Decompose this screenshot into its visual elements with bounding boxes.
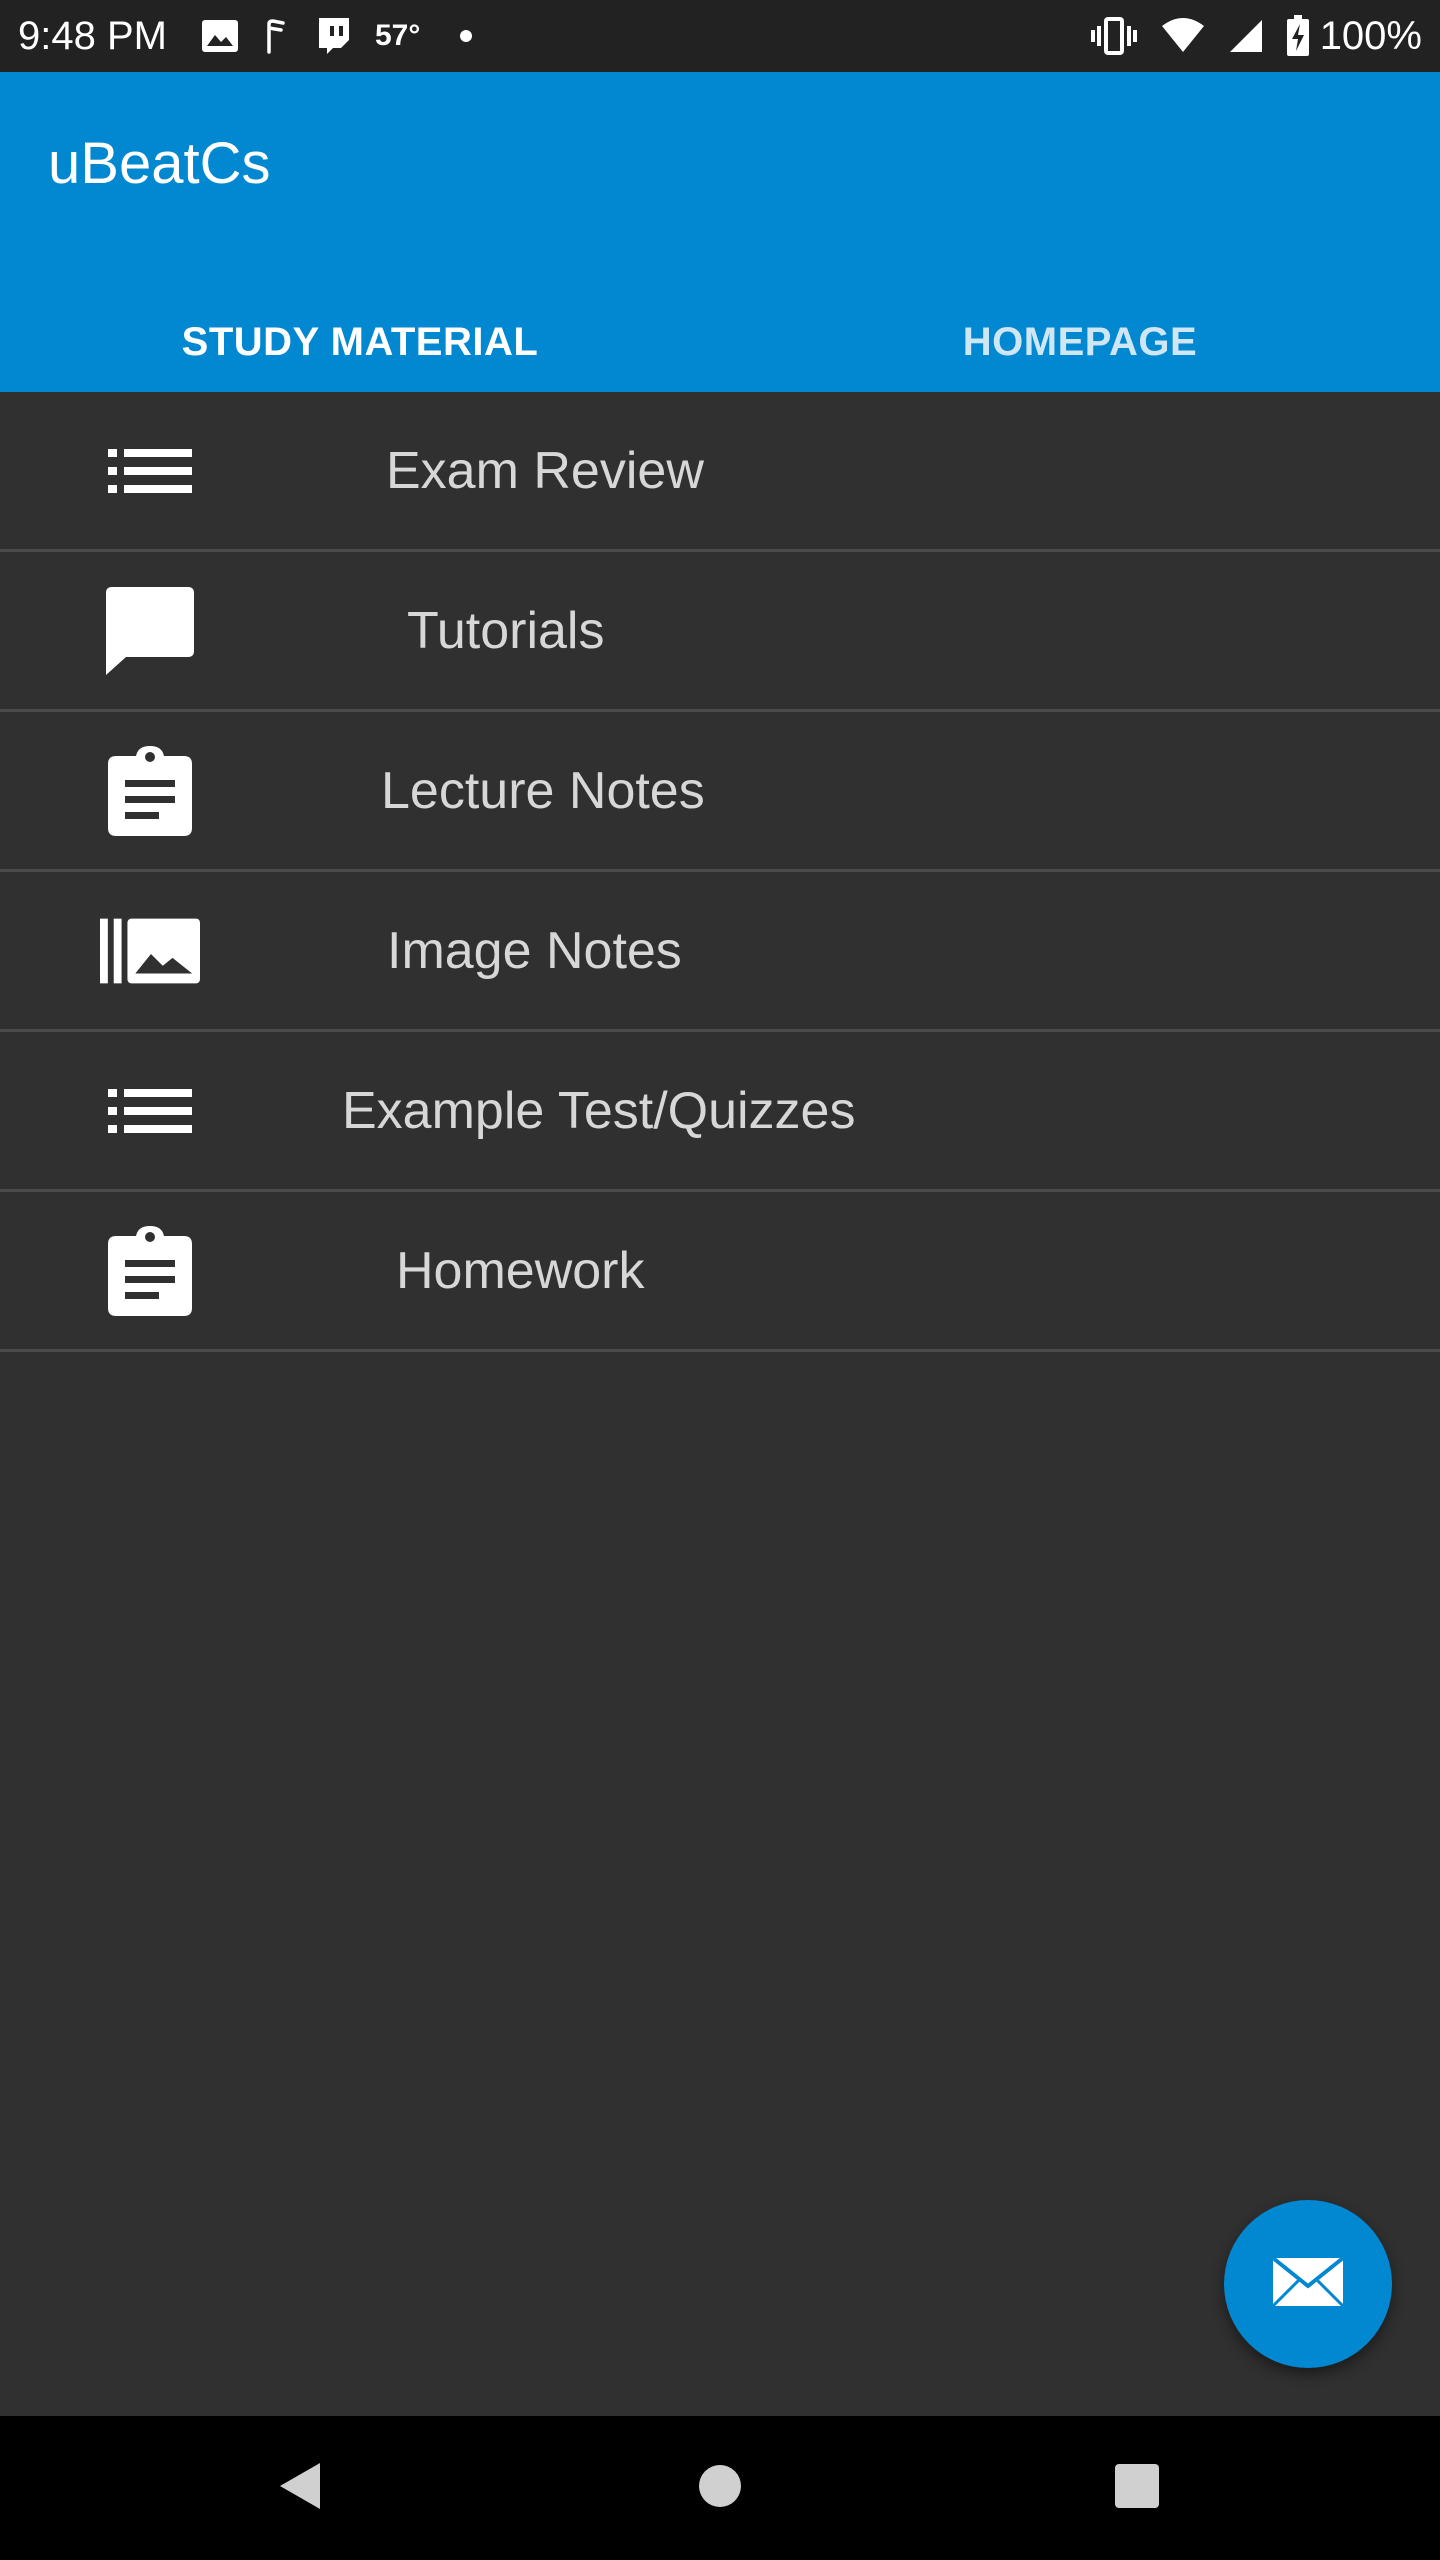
vibrate-icon (1090, 16, 1138, 56)
list-item-label: Example Test/Quizzes (342, 1081, 856, 1140)
app-title: uBeatCs (48, 131, 271, 196)
list-item-homework[interactable]: Homework (0, 1192, 1440, 1352)
home-button[interactable] (660, 2416, 780, 2560)
image-library-icon (100, 872, 200, 1029)
list-item-label: Exam Review (386, 441, 704, 500)
clipboard-icon (100, 1192, 200, 1349)
status-temperature: 57° (374, 19, 421, 52)
list-item-tutorials[interactable]: Tutorials (0, 552, 1440, 712)
signal-icon (1228, 18, 1264, 54)
list-icon (100, 1032, 200, 1189)
image-icon (201, 19, 239, 53)
list-item-example-tests[interactable]: Example Test/Quizzes (0, 1032, 1440, 1192)
list-item-label: Tutorials (407, 601, 605, 660)
recents-button[interactable] (1077, 2416, 1197, 2560)
app-bar: uBeatCs STUDY MATERIAL HOMEPAGE (0, 72, 1440, 392)
list-item-label: Image Notes (387, 921, 682, 980)
chat-bubble-icon (100, 552, 200, 709)
tab-homepage[interactable]: HOMEPAGE (720, 292, 1440, 392)
battery-percent: 100% (1319, 13, 1422, 58)
system-nav-bar (0, 2416, 1440, 2560)
home-icon (697, 2463, 743, 2514)
tab-study-material[interactable]: STUDY MATERIAL (0, 292, 720, 392)
list-item-image-notes[interactable]: Image Notes (0, 872, 1440, 1032)
status-bar: 9:48 PM 57° 100% (0, 0, 1440, 72)
mail-icon (1271, 2255, 1345, 2313)
list-icon (100, 392, 200, 549)
study-material-list: Exam Review Tutorials Lecture Notes Imag… (0, 392, 1440, 1352)
clipboard-icon (100, 712, 200, 869)
list-item-label: Lecture Notes (381, 761, 705, 820)
list-item-label: Homework (396, 1241, 645, 1300)
tab-indicator (0, 384, 720, 392)
list-item-exam-review[interactable]: Exam Review (0, 392, 1440, 552)
battery-charging-icon (1286, 15, 1310, 57)
recents-icon (1114, 2463, 1160, 2514)
twitch-icon (313, 16, 353, 56)
fitness-icon (261, 18, 291, 54)
email-fab-button[interactable] (1224, 2200, 1392, 2368)
back-button[interactable] (240, 2416, 360, 2560)
list-item-lecture-notes[interactable]: Lecture Notes (0, 712, 1440, 872)
back-icon (278, 2461, 322, 2516)
wifi-icon (1160, 18, 1206, 54)
notification-dot (460, 30, 473, 42)
status-time: 9:48 PM (18, 13, 167, 58)
